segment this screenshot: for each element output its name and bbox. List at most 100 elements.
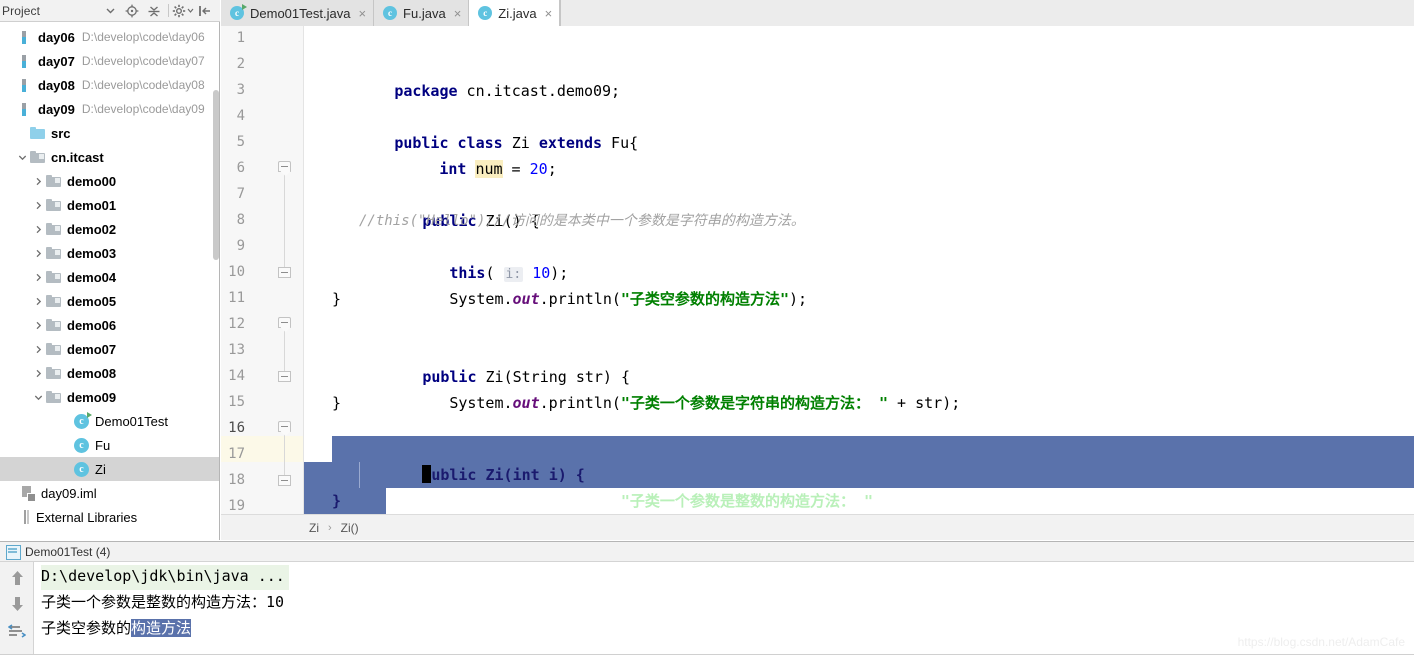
run-tab-bar: Demo01Test (4) xyxy=(0,542,1414,562)
project-panel-title: Project xyxy=(2,3,41,18)
tree-item-demo01test[interactable]: c Demo01Test xyxy=(0,409,219,433)
collapse-all-icon[interactable] xyxy=(143,1,165,21)
fold-end-icon[interactable] xyxy=(278,475,291,488)
run-tab-label[interactable]: Demo01Test (4) xyxy=(25,545,110,559)
fold-collapse-icon[interactable] xyxy=(278,161,291,174)
system-ref-13: System. xyxy=(449,394,513,412)
tree-item-demo01[interactable]: demo01 xyxy=(0,193,219,217)
keyword-package: package xyxy=(394,82,458,100)
tree-item-day06[interactable]: day06 D:\develop\code\day06 xyxy=(0,25,219,49)
tree-item-demo03[interactable]: demo03 xyxy=(0,241,219,265)
tab-bar-filler xyxy=(560,0,1414,26)
tree-item-day08[interactable]: day08 D:\develop\code\day08 xyxy=(0,73,219,97)
console-output[interactable]: D:\develop\jdk\bin\java ... 子类一个参数是整数的构造方… xyxy=(35,562,1414,655)
console-icon xyxy=(6,545,21,560)
code-editor[interactable]: 1 2 3 4 5 6 7 8 9 10 11 12 13 14 15 16 17 18 19 package cn… xyxy=(221,26,1414,514)
chevron-right-icon[interactable] xyxy=(30,369,46,378)
console-line-3: 子类空参数的构造方法 xyxy=(41,615,192,641)
locate-target-icon[interactable] xyxy=(121,1,143,21)
fold-end-icon[interactable] xyxy=(278,267,291,280)
tree-item-demo05[interactable]: demo05 xyxy=(0,289,219,313)
field-out: out xyxy=(512,290,540,308)
semicolon: ; xyxy=(547,160,557,178)
println-call-13: .println( xyxy=(539,394,621,412)
chevron-down-icon[interactable] xyxy=(14,153,30,162)
tree-item-cn-itcast[interactable]: cn.itcast xyxy=(0,145,219,169)
code-line-3: public class Zi extends Fu{ xyxy=(304,104,638,152)
call-tail-13: + str); xyxy=(888,394,961,412)
tree-item-label: Zi xyxy=(95,461,106,477)
module-icon xyxy=(22,102,33,116)
tree-item-label: day08 xyxy=(38,77,75,93)
system-ref: System. xyxy=(449,290,513,308)
line-number-13: 13 xyxy=(228,342,245,358)
chevron-right-icon[interactable] xyxy=(30,321,46,330)
chevron-right-icon[interactable] xyxy=(30,249,46,258)
code-content[interactable]: package cn.itcast.demo09; public class Z… xyxy=(304,26,1414,514)
close-icon[interactable]: × xyxy=(454,7,462,20)
fold-collapse-icon[interactable] xyxy=(278,421,291,434)
package-folder-icon xyxy=(46,367,61,379)
tree-item-label: demo08 xyxy=(67,365,117,381)
project-tree[interactable]: day06 D:\develop\code\day06 day07 D:\develo… xyxy=(0,22,219,540)
tree-item-day09[interactable]: day09 D:\develop\code\day09 xyxy=(0,97,219,121)
tree-item-src[interactable]: src xyxy=(0,121,219,145)
line-number-16: 16 xyxy=(228,420,245,436)
editor-tab-demo01test[interactable]: c Demo01Test.java × xyxy=(221,0,375,26)
tree-item-day07[interactable]: day07 D:\develop\code\day07 xyxy=(0,49,219,73)
tree-item-demo04[interactable]: demo04 xyxy=(0,265,219,289)
fold-end-icon[interactable] xyxy=(278,371,291,384)
editor-gutter[interactable]: 1 2 3 4 5 6 7 8 9 10 11 12 13 14 15 16 17 18 19 xyxy=(221,26,303,514)
fold-collapse-icon[interactable] xyxy=(278,317,291,330)
tree-item-demo02[interactable]: demo02 xyxy=(0,217,219,241)
tree-item-demo00[interactable]: demo00 xyxy=(0,169,219,193)
settings-gear-icon[interactable] xyxy=(172,1,194,21)
call-tail-17: + i); xyxy=(873,492,928,510)
console-line-text: D:\develop\jdk\bin\java ... xyxy=(41,567,285,585)
chevron-down-icon[interactable] xyxy=(99,1,121,21)
editor-tab-fu[interactable]: c Fu.java × xyxy=(374,0,470,26)
string-literal-17: "子类一个参数是整数的构造方法： " xyxy=(620,492,874,510)
tree-item-label: demo00 xyxy=(67,173,117,189)
breadcrumb[interactable]: Zi › Zi() xyxy=(221,514,1414,540)
project-tree-scrollbar[interactable] xyxy=(213,90,219,260)
tree-item-label: demo01 xyxy=(67,197,117,213)
chevron-right-icon[interactable] xyxy=(30,177,46,186)
chevron-right-icon[interactable] xyxy=(30,225,46,234)
tree-item-label: External Libraries xyxy=(36,509,138,525)
package-folder-icon xyxy=(46,247,61,259)
tree-item-demo06[interactable]: demo06 xyxy=(0,313,219,337)
java-class-runnable-icon: c xyxy=(230,4,247,20)
chevron-right-icon[interactable] xyxy=(30,345,46,354)
tree-item-day09-iml[interactable]: day09.iml xyxy=(0,481,219,505)
chevron-down-icon[interactable] xyxy=(30,393,46,402)
package-folder-icon xyxy=(46,175,61,187)
close-icon[interactable]: × xyxy=(358,7,366,20)
package-folder-icon xyxy=(46,343,61,355)
line-number-9: 9 xyxy=(236,238,245,254)
tree-item-zi[interactable]: c Zi xyxy=(0,457,219,481)
arrow-down-icon[interactable] xyxy=(5,592,29,616)
external-libraries-icon xyxy=(22,510,31,524)
tree-item-demo07[interactable]: demo07 xyxy=(0,337,219,361)
soft-wrap-icon[interactable] xyxy=(5,620,29,644)
line-number-18: 18 xyxy=(228,472,245,488)
tree-item-fu[interactable]: c Fu xyxy=(0,433,219,457)
keyword-int: int xyxy=(439,160,467,178)
hide-panel-icon[interactable] xyxy=(194,1,216,21)
tree-item-path: D:\develop\code\day08 xyxy=(81,78,205,92)
line-number-8: 8 xyxy=(236,212,245,228)
tree-item-demo09[interactable]: demo09 xyxy=(0,385,219,409)
chevron-right-icon[interactable] xyxy=(30,273,46,282)
chevron-right-icon[interactable] xyxy=(30,201,46,210)
editor-tab-zi[interactable]: c Zi.java × xyxy=(469,0,561,26)
close-icon[interactable]: × xyxy=(545,7,553,20)
breadcrumb-method[interactable]: Zi() xyxy=(339,521,361,535)
line-number-1: 1 xyxy=(236,30,245,46)
package-folder-icon xyxy=(46,391,61,403)
chevron-right-icon[interactable] xyxy=(30,297,46,306)
tree-item-demo08[interactable]: demo08 xyxy=(0,361,219,385)
tree-item-external-libraries[interactable]: External Libraries xyxy=(0,505,219,529)
arrow-up-icon[interactable] xyxy=(5,566,29,590)
breadcrumb-class[interactable]: Zi xyxy=(307,521,321,535)
